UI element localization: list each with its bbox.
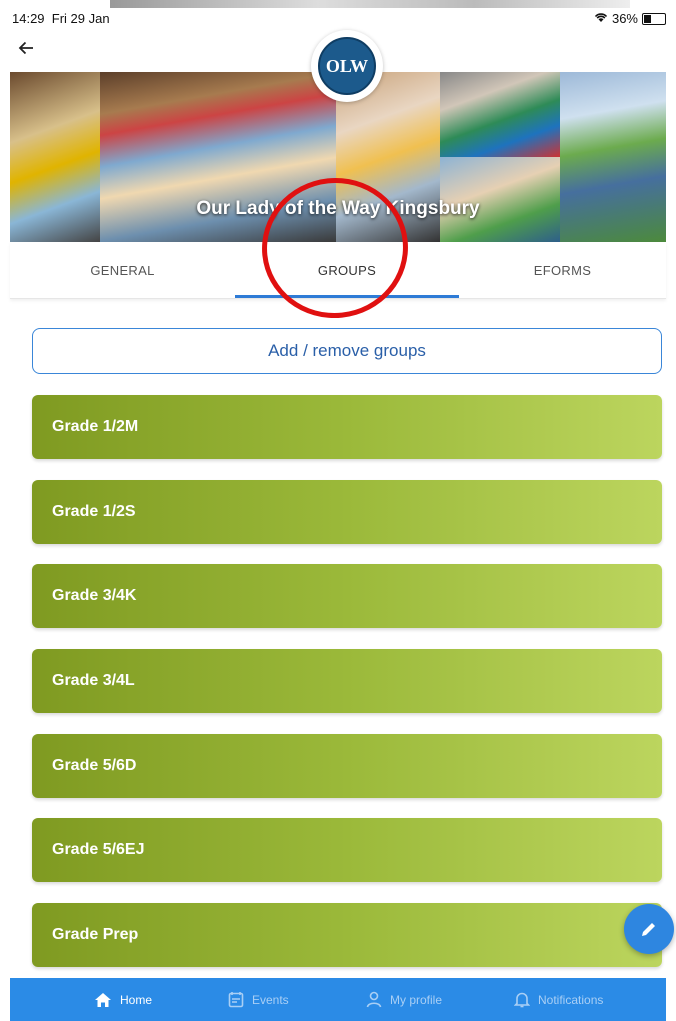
group-item[interactable]: Grade 5/6EJ	[32, 818, 662, 882]
status-right: 36%	[594, 11, 666, 26]
school-logo: OLW	[311, 30, 383, 102]
group-item[interactable]: Grade 1/2S	[32, 480, 662, 544]
clock-text: 14:29	[12, 11, 45, 26]
add-remove-groups-button[interactable]: Add / remove groups	[32, 328, 662, 374]
nav-home[interactable]: Home	[94, 978, 152, 1021]
date-text: Fri 29 Jan	[51, 11, 110, 26]
nav-label: Home	[120, 992, 153, 1007]
group-item[interactable]: Grade 1/2M	[32, 395, 662, 459]
arrow-left-icon	[18, 41, 33, 55]
bottom-nav: Home Events My profile Notifications	[10, 978, 666, 1021]
bell-icon	[514, 992, 530, 1008]
calendar-icon	[228, 992, 244, 1008]
battery-percent: 36%	[611, 11, 638, 26]
group-item[interactable]: Grade 5/6D	[32, 734, 662, 798]
group-item[interactable]: Grade 3/4K	[32, 564, 662, 628]
group-label: Grade 5/6EJ	[52, 841, 145, 858]
group-label: Grade 5/6D	[52, 757, 137, 774]
nav-notifications[interactable]: Notifications	[514, 978, 603, 1021]
group-item[interactable]: Grade Prep	[32, 903, 662, 967]
nav-events[interactable]: Events	[228, 978, 289, 1021]
group-label: Grade 1/2M	[52, 418, 139, 435]
home-icon	[95, 992, 111, 1007]
group-label: Grade Prep	[52, 926, 139, 943]
logo-mark: OLW	[318, 37, 376, 95]
edit-fab[interactable]	[624, 904, 674, 954]
person-icon	[366, 991, 382, 1008]
nav-label: My profile	[390, 992, 443, 1007]
tab-general[interactable]: GENERAL	[10, 242, 235, 298]
group-label: Grade 3/4L	[52, 672, 135, 689]
group-item[interactable]: Grade 3/4L	[32, 649, 662, 713]
back-button[interactable]	[18, 38, 34, 60]
nav-label: Notifications	[538, 992, 604, 1007]
nav-label: Events	[252, 992, 289, 1007]
status-time: 14:29 Fri 29 Jan	[12, 11, 110, 26]
wifi-icon	[594, 11, 608, 26]
nav-my-profile[interactable]: My profile	[366, 978, 442, 1021]
status-strip	[110, 0, 630, 8]
banner-photo-top	[440, 72, 560, 157]
battery-icon	[642, 12, 666, 25]
pencil-icon	[642, 923, 655, 936]
status-bar: 14:29 Fri 29 Jan 36%	[0, 0, 676, 32]
group-label: Grade 1/2S	[52, 503, 136, 520]
group-label: Grade 3/4K	[52, 587, 137, 604]
tab-eforms[interactable]: EFORMS	[459, 242, 666, 298]
